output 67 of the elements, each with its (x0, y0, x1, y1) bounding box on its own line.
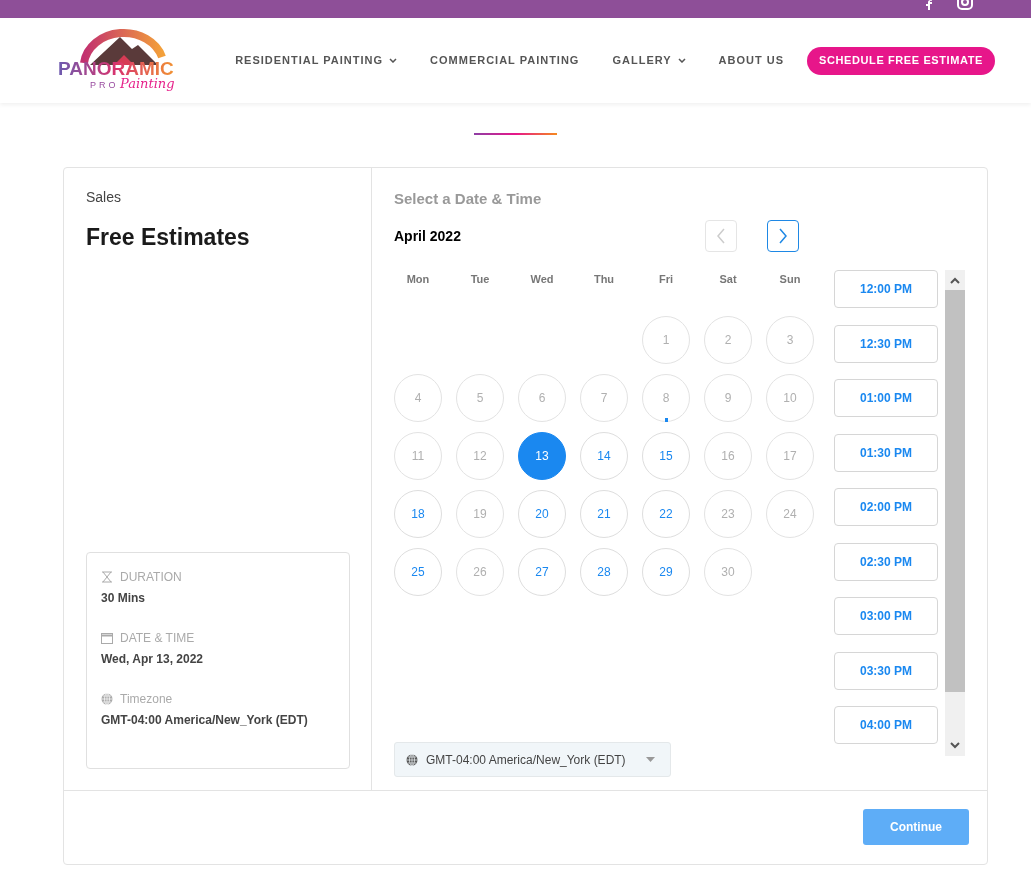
event-title: Free Estimates (86, 223, 251, 252)
calendar-day[interactable]: 20 (518, 490, 566, 538)
calendar-day[interactable]: 15 (642, 432, 690, 480)
month-label: April 2022 (394, 226, 461, 246)
calendar-day[interactable]: 16 (704, 432, 752, 480)
calendar-day[interactable]: 10 (766, 374, 814, 422)
calendar-day[interactable]: 4 (394, 374, 442, 422)
calendar-day[interactable]: 25 (394, 548, 442, 596)
calendar-day[interactable]: 14 (580, 432, 628, 480)
summary-value: GMT-04:00 America/New_York (EDT) (101, 714, 309, 726)
weekday-label: Mon (405, 272, 431, 287)
calendar-day[interactable]: 5 (456, 374, 504, 422)
time-slot-button[interactable]: 04:00 PM (834, 706, 938, 744)
time-slot-button[interactable]: 12:00 PM (834, 270, 938, 308)
calendar-day[interactable]: 28 (580, 548, 628, 596)
section-heading: Select a Date & Time (394, 191, 543, 206)
time-slot-button[interactable]: 12:30 PM (834, 324, 938, 363)
weekday-label: Fri (657, 272, 675, 287)
timezone-select[interactable]: GMT-04:00 America/New_York (EDT) (394, 742, 671, 777)
calendar-day[interactable]: 27 (518, 548, 566, 596)
time-slot-button[interactable]: 03:00 PM (834, 597, 938, 635)
summary-label: Timezone (120, 693, 173, 705)
calendar-day[interactable]: 6 (518, 374, 566, 422)
summary-label: DURATION (120, 571, 182, 583)
logo-subtext: PRO (90, 80, 119, 90)
calendar-day[interactable]: 13 (518, 432, 566, 480)
calendar-day[interactable]: 11 (394, 432, 442, 480)
continue-button[interactable]: Continue (863, 809, 969, 845)
calendar-day[interactable]: 7 (580, 374, 628, 422)
time-slot-button[interactable]: 02:30 PM (834, 542, 938, 581)
weekday-label: Wed (529, 272, 555, 287)
weekday-label: Tue (469, 272, 491, 287)
calendar-day[interactable]: 21 (580, 490, 628, 538)
summary-label: DATE & TIME (120, 632, 195, 644)
calendar-day[interactable]: 17 (766, 432, 814, 480)
calendar-day[interactable]: 23 (704, 490, 752, 538)
calendar-day[interactable]: 30 (704, 548, 752, 596)
calendar-day[interactable]: 8 (642, 374, 690, 422)
nav-link[interactable]: ABOUT US (718, 52, 785, 69)
event-category: Sales (86, 190, 123, 204)
time-slot-button[interactable]: 01:30 PM (834, 433, 938, 472)
summary-value: 30 Mins (101, 592, 146, 604)
time-slot-button[interactable]: 02:00 PM (834, 488, 938, 526)
logo[interactable]: PANORAMIC PRO Painting (58, 22, 188, 99)
calendar-day[interactable]: 2 (704, 316, 752, 364)
summary-value: Wed, Apr 13, 2022 (101, 653, 205, 665)
calendar-day[interactable]: 26 (456, 548, 504, 596)
calendar-day[interactable]: 22 (642, 490, 690, 538)
calendar-day[interactable]: 18 (394, 490, 442, 538)
calendar-day[interactable]: 19 (456, 490, 504, 538)
calendar-day[interactable]: 1 (642, 316, 690, 364)
timezone-value: GMT-04:00 America/New_York (EDT) (426, 751, 626, 769)
calendar-day[interactable]: 9 (704, 374, 752, 422)
weekday-label: Sat (718, 272, 738, 287)
calendar-day[interactable]: 29 (642, 548, 690, 596)
nav-link[interactable]: GALLERY (612, 52, 686, 69)
time-slot-button[interactable]: 03:30 PM (834, 651, 938, 690)
time-slot-button[interactable]: 01:00 PM (834, 379, 938, 417)
calendar-day[interactable]: 24 (766, 490, 814, 538)
nav-link[interactable]: COMMERCIAL PAINTING (430, 52, 580, 69)
nav-link[interactable]: RESIDENTIAL PAINTING (235, 52, 398, 69)
weekday-label: Sun (778, 272, 802, 287)
calendar-day[interactable]: 12 (456, 432, 504, 480)
calendar-day[interactable]: 3 (766, 316, 814, 364)
weekday-label: Thu (592, 272, 616, 287)
schedule-estimate-button[interactable]: SCHEDULE FREE ESTIMATE (807, 46, 995, 75)
logo-script-text: Painting (120, 76, 175, 90)
